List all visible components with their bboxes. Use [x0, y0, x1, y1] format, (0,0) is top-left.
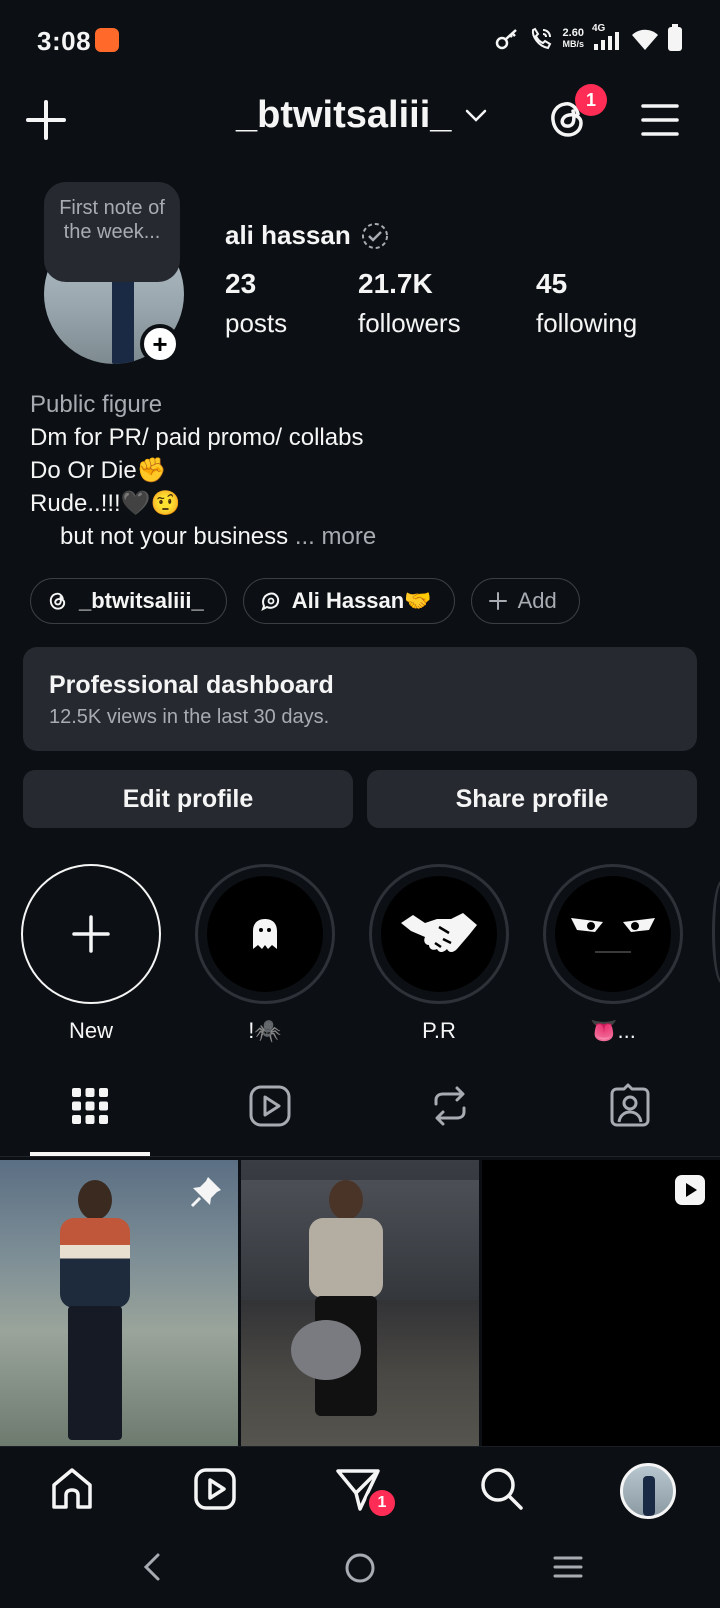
highlight-ghost[interactable]: !🕷️ [195, 864, 335, 1044]
post-photo-subject [50, 1180, 140, 1440]
display-name-row: ali hassan [225, 220, 389, 251]
stat-following[interactable]: 45 following [536, 268, 637, 339]
bio-category: Public figure [30, 391, 163, 418]
edit-profile-button[interactable]: Edit profile [23, 770, 353, 828]
verified-dashed-icon [361, 222, 388, 249]
grid-post-video[interactable] [482, 1160, 720, 1446]
nav-search[interactable] [478, 1465, 526, 1513]
add-story-button[interactable]: + [140, 324, 180, 364]
reel-icon [675, 1175, 705, 1205]
bio-line: but not your business ... more [60, 523, 377, 550]
hamburger-menu-icon [641, 104, 679, 136]
avatar-photo-subject [112, 274, 134, 364]
threads-icon [49, 592, 66, 610]
chevron-down-icon [466, 109, 487, 122]
reels-icon [249, 1085, 291, 1127]
status-bar: 3:08 2.60 MB/s 4G [0, 0, 720, 84]
grid-post[interactable] [241, 1160, 479, 1446]
plus-icon [488, 592, 507, 610]
nav-home[interactable] [48, 1465, 96, 1513]
notification-app-icon [95, 28, 119, 52]
reels-icon [194, 1468, 236, 1510]
nav-reels[interactable] [191, 1465, 239, 1513]
activity-badge: 1 [366, 1487, 398, 1519]
key-icon [496, 29, 518, 50]
stat-followers[interactable]: 21.7K followers [358, 268, 461, 339]
bio-line: Rude..!!!🖤🤨 [30, 490, 181, 517]
signal-icon [594, 32, 619, 50]
tagged-person-icon [610, 1083, 650, 1127]
angry-eyes-icon [571, 918, 655, 953]
grid-icon [72, 1088, 108, 1124]
status-indicators: 2.60 MB/s 4G [494, 23, 682, 52]
username-title: _btwitsaliii_ [236, 94, 452, 136]
menu-button[interactable] [640, 100, 680, 140]
search-icon [481, 1468, 523, 1510]
post-photo-subject [301, 1180, 391, 1440]
account-switcher[interactable]: _btwitsaliii_ [236, 94, 487, 137]
signal-indicator: 4G [592, 23, 622, 52]
bio-line: Dm for PR/ paid promo/ collabs [30, 424, 364, 451]
bio-more-link[interactable]: ... more [295, 523, 376, 550]
handshake-icon [401, 913, 477, 952]
home-icon [52, 1468, 92, 1509]
tab-reels[interactable] [246, 1082, 294, 1130]
channel-icon [261, 592, 279, 611]
display-name: ali hassan [225, 220, 351, 250]
back-icon[interactable] [138, 1552, 168, 1582]
dashboard-subtitle: 12.5K views in the last 30 days. [49, 706, 330, 728]
note-bubble[interactable]: First note of the week... [44, 182, 180, 282]
pinned-icon [190, 1177, 221, 1208]
share-profile-button[interactable]: Share profile [367, 770, 697, 828]
bio-line: Do Or Die✊ [30, 457, 167, 484]
tab-reposts[interactable] [426, 1082, 474, 1130]
network-speed: 2.60 MB/s [562, 27, 584, 50]
professional-dashboard-card[interactable]: Professional dashboard 12.5K views in th… [23, 647, 697, 751]
add-link-chip[interactable]: Add [470, 578, 580, 624]
status-time: 3:08 [37, 26, 92, 56]
content-tabs [0, 1072, 720, 1157]
wifi-icon [632, 29, 658, 50]
plus-icon [72, 915, 110, 953]
stat-posts[interactable]: 23 posts [225, 268, 287, 339]
system-navigation-bar [0, 1530, 720, 1608]
grid-post[interactable] [0, 1160, 238, 1446]
tab-tagged[interactable] [606, 1082, 654, 1130]
bottom-navigation: 1 [0, 1446, 720, 1530]
recents-icon[interactable] [553, 1552, 583, 1582]
avatar-photo-subject [643, 1476, 655, 1516]
home-circle-icon[interactable] [344, 1552, 376, 1584]
ghost-icon [253, 919, 277, 949]
wifi-call-icon [532, 27, 552, 50]
highlight-eyes[interactable]: 👅... [543, 864, 683, 1044]
nav-profile-avatar[interactable] [620, 1463, 676, 1519]
tab-posts-grid[interactable] [66, 1082, 114, 1130]
profile-bio: Public figure Dm for PR/ paid promo/ col… [30, 388, 690, 553]
plus-icon [26, 100, 66, 140]
dashboard-title: Professional dashboard [49, 671, 334, 699]
profile-links: _btwitsaliii_ Ali Hassan🤝 Add [30, 578, 580, 624]
threads-notification-badge: 1 [575, 84, 607, 116]
battery-icon [668, 24, 682, 51]
highlight-new[interactable]: New [21, 864, 161, 1044]
exercise-ball [291, 1320, 361, 1380]
highlight-pr[interactable]: P.R [369, 864, 509, 1044]
tabs-divider [0, 1156, 720, 1157]
threads-profile-chip[interactable]: _btwitsaliii_ [30, 578, 227, 624]
repost-icon [434, 1086, 466, 1126]
highlight-partial[interactable] [712, 880, 720, 984]
plus-icon: + [152, 328, 168, 359]
broadcast-channel-chip[interactable]: Ali Hassan🤝 [242, 578, 455, 624]
top-navigation: _btwitsaliii_ 1 [0, 84, 720, 156]
create-post-button[interactable] [24, 98, 68, 142]
